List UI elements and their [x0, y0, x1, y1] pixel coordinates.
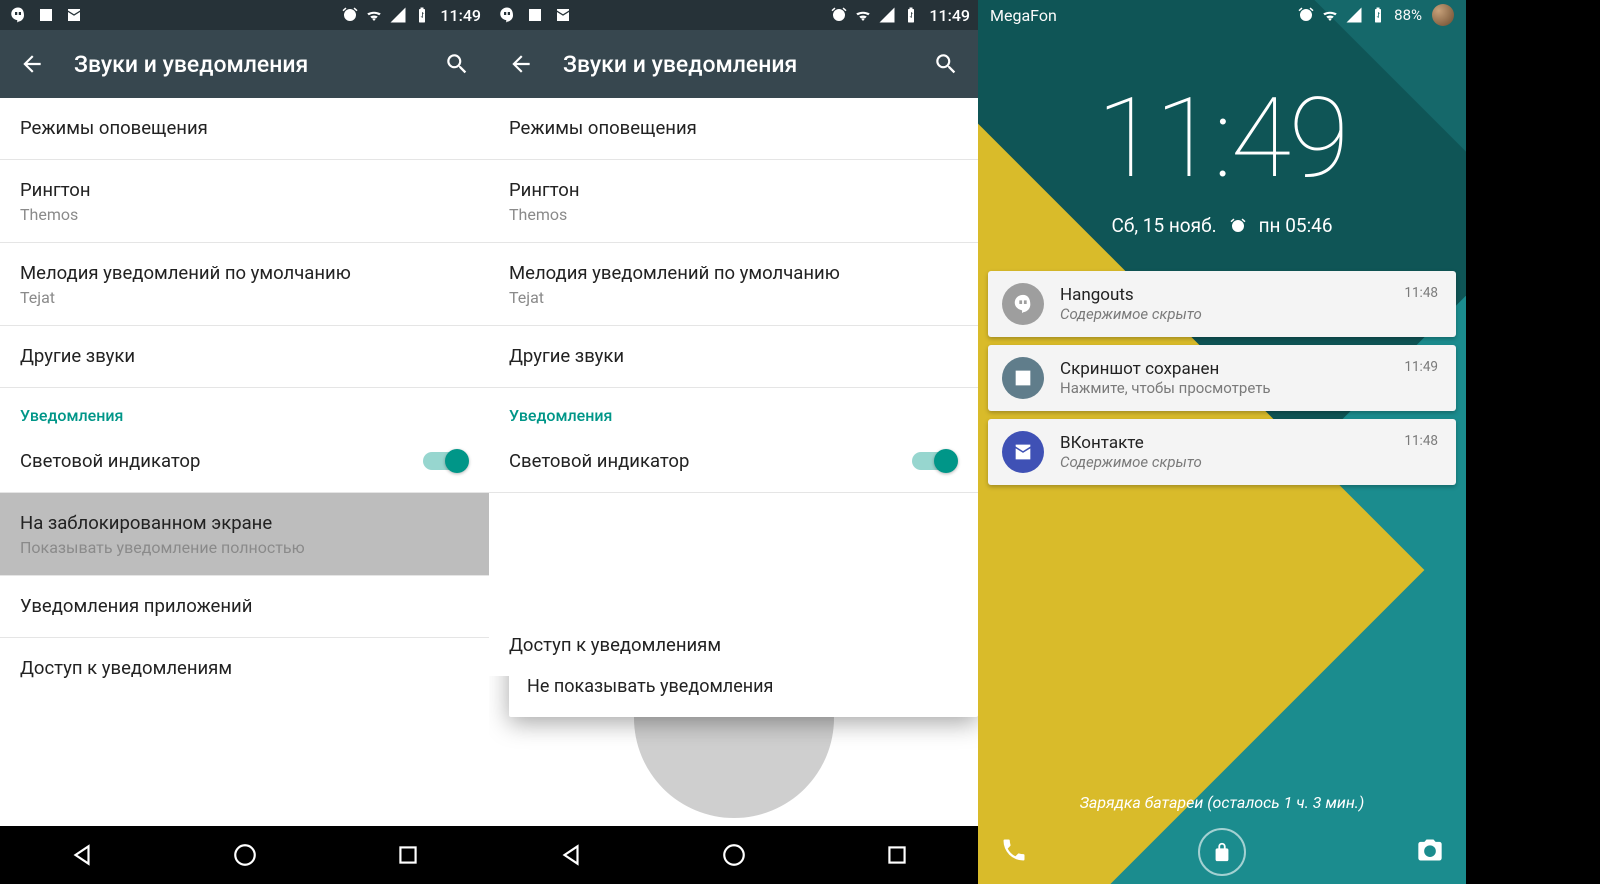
notif-time: 11:49 [1404, 359, 1438, 375]
nav-bar [489, 826, 978, 884]
hangouts-icon [8, 5, 28, 25]
image-icon [1002, 357, 1044, 399]
toolbar: Звуки и уведомления [0, 30, 489, 98]
search-button[interactable] [932, 50, 960, 78]
battery-percent: 88% [1394, 6, 1422, 24]
hangouts-icon [1002, 283, 1044, 325]
signal-icon [1344, 5, 1364, 25]
setting-on-lockscreen[interactable]: На заблокированном экране Показывать уве… [0, 493, 489, 576]
back-button[interactable] [18, 50, 46, 78]
notif-time: 11:48 [1404, 285, 1438, 301]
nav-back[interactable] [66, 839, 98, 871]
notification-card[interactable]: Скриншот сохранен Нажмите, чтобы просмот… [988, 345, 1456, 411]
camera-shortcut[interactable] [1416, 836, 1444, 868]
lock-clock-area: 11:49 Сб, 15 нояб. пн 05:46 [978, 84, 1466, 237]
status-bar: MegaFon 88% [978, 0, 1466, 30]
wifi-icon [1320, 5, 1340, 25]
phone-shortcut[interactable] [1000, 836, 1028, 868]
toolbar: Звуки и уведомления [489, 30, 978, 98]
image-icon [525, 5, 545, 25]
setting-other-sounds[interactable]: Другие звуки [0, 326, 489, 388]
hangouts-icon [497, 5, 517, 25]
mail-icon [553, 5, 573, 25]
notification-card[interactable]: ВКонтакте Содержимое скрыто 11:48 [988, 419, 1456, 485]
notif-text: Содержимое скрыто [1060, 305, 1404, 323]
nav-back[interactable] [555, 839, 587, 871]
mail-icon [64, 5, 84, 25]
setting-default-notif-sound[interactable]: Мелодия уведомлений по умолчанию Tejat [489, 243, 978, 326]
alarm-icon [1296, 5, 1316, 25]
setting-led-indicator[interactable]: Световой индикатор [489, 431, 978, 493]
setting-alert-modes[interactable]: Режимы оповещения [0, 98, 489, 160]
status-bar: 11:49 [0, 0, 489, 30]
charging-status: Зарядка батареи (осталось 1 ч. 3 мин.) [978, 793, 1466, 812]
lock-bottom-row [978, 820, 1466, 884]
phone-lockscreen: MegaFon 88% 11:49 Сб, 15 нояб. пн 05:46 … [978, 0, 1466, 884]
nav-home[interactable] [718, 839, 750, 871]
section-notifications: Уведомления [0, 388, 489, 431]
setting-other-sounds[interactable]: Другие звуки [489, 326, 978, 388]
notif-title: Скриншот сохранен [1060, 359, 1404, 379]
back-button[interactable] [507, 50, 535, 78]
carrier-label: MegaFon [990, 6, 1057, 25]
page-title: Звуки и уведомления [74, 51, 443, 78]
wifi-icon [364, 5, 384, 25]
lock-date-row: Сб, 15 нояб. пн 05:46 [1111, 214, 1332, 237]
notif-text: Нажмите, чтобы просмотреть [1060, 379, 1404, 397]
notif-time: 11:48 [1404, 433, 1438, 449]
battery-icon [901, 5, 921, 25]
status-time: 11:49 [929, 6, 970, 25]
lock-date: Сб, 15 нояб. [1111, 214, 1216, 237]
signal-icon [877, 5, 897, 25]
spacer [489, 493, 978, 633]
alarm-icon [829, 5, 849, 25]
image-icon [36, 5, 56, 25]
setting-notif-access[interactable]: Доступ к уведомлениям [0, 638, 489, 699]
phone-screen-settings: 11:49 Звуки и уведомления Режимы оповеще… [0, 0, 489, 884]
status-time: 11:49 [440, 6, 481, 25]
mail-icon [1002, 431, 1044, 473]
alarm-icon [1229, 214, 1247, 237]
nav-recents[interactable] [881, 839, 913, 871]
notif-title: Hangouts [1060, 285, 1404, 305]
wifi-icon [853, 5, 873, 25]
led-switch[interactable] [423, 452, 467, 470]
alarm-icon [340, 5, 360, 25]
notification-card[interactable]: Hangouts Содержимое скрыто 11:48 [988, 271, 1456, 337]
signal-icon [388, 5, 408, 25]
notif-text: Содержимое скрыто [1060, 453, 1404, 471]
phone-screen-settings-dialog: 11:49 Звуки и уведомления Режимы оповеще… [489, 0, 978, 884]
section-notifications: Уведомления [489, 388, 978, 431]
nav-bar [0, 826, 489, 884]
page-title: Звуки и уведомления [563, 51, 932, 78]
setting-ringtone[interactable]: Рингтон Themos [489, 160, 978, 243]
setting-app-notifications[interactable]: Уведомления приложений [0, 576, 489, 638]
user-avatar[interactable] [1432, 4, 1454, 26]
nav-home[interactable] [229, 839, 261, 871]
nav-recents[interactable] [392, 839, 424, 871]
notification-stack: Hangouts Содержимое скрыто 11:48 Скриншо… [988, 271, 1456, 485]
notif-title: ВКонтакте [1060, 433, 1404, 453]
battery-icon [412, 5, 432, 25]
settings-list: Режимы оповещения Рингтон Themos Мелодия… [0, 98, 489, 826]
search-button[interactable] [443, 50, 471, 78]
setting-default-notif-sound[interactable]: Мелодия уведомлений по умолчанию Tejat [0, 243, 489, 326]
status-bar: 11:49 [489, 0, 978, 30]
setting-led-indicator[interactable]: Световой индикатор [0, 431, 489, 493]
next-alarm: пн 05:46 [1259, 214, 1333, 237]
lock-time: 11:49 [978, 84, 1466, 194]
setting-ringtone[interactable]: Рингтон Themos [0, 160, 489, 243]
unlock-button[interactable] [1198, 828, 1246, 876]
battery-icon [1368, 5, 1388, 25]
led-switch[interactable] [912, 452, 956, 470]
settings-list: Режимы оповещения Рингтон Themos Мелодия… [489, 98, 978, 826]
setting-notif-access[interactable]: Доступ к уведомлениям [489, 633, 978, 676]
setting-alert-modes[interactable]: Режимы оповещения [489, 98, 978, 160]
